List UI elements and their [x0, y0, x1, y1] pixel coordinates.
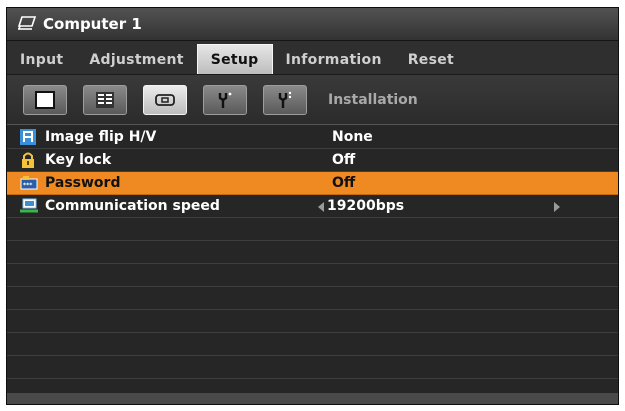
empty-row [7, 241, 618, 264]
lock-icon [20, 152, 36, 168]
menu-icon[interactable] [83, 85, 127, 115]
window-title: Computer 1 [43, 15, 142, 33]
list-item-key-lock[interactable]: Key lock Off [7, 149, 618, 172]
monitor-icon [17, 15, 37, 33]
settings-list: Image flip H/V None Key lock Off *** Pas… [7, 126, 618, 379]
tab-information[interactable]: Information [273, 46, 395, 74]
osd-menu: Computer 1 Input Adjustment Setup Inform… [6, 7, 619, 405]
list-item-communication-speed[interactable]: Communication speed 19200bps [7, 195, 618, 218]
item-label: Communication speed [45, 198, 220, 214]
empty-row [7, 356, 618, 379]
options2-icon[interactable] [263, 85, 307, 115]
tab-reset[interactable]: Reset [395, 46, 467, 74]
empty-row [7, 264, 618, 287]
list-item-image-flip[interactable]: Image flip H/V None [7, 126, 618, 149]
svg-text:***: *** [23, 182, 33, 189]
item-value: Off [332, 175, 356, 191]
item-label: Image flip H/V [45, 129, 157, 145]
empty-row [7, 333, 618, 356]
options1-icon[interactable] [203, 85, 247, 115]
sub-tab-bar: Installation [7, 75, 618, 125]
tab-input[interactable]: Input [7, 46, 76, 74]
flip-icon [20, 129, 36, 145]
item-value: None [332, 129, 373, 145]
item-value: 19200bps [327, 198, 405, 214]
item-value: Off [332, 152, 356, 168]
tab-setup[interactable]: Setup [196, 44, 273, 74]
tab-adjustment[interactable]: Adjustment [76, 46, 196, 74]
subtab-title: Installation [328, 92, 418, 108]
chevron-left-icon[interactable] [318, 202, 324, 212]
tab-bar: Input Adjustment Setup Information Reset [7, 41, 618, 75]
item-label: Key lock [45, 152, 112, 168]
communication-icon [20, 198, 38, 214]
empty-row [7, 287, 618, 310]
password-icon: *** [20, 175, 38, 191]
status-bar [7, 393, 618, 404]
title-bar: Computer 1 [7, 8, 618, 41]
empty-row [7, 218, 618, 241]
installation-icon[interactable] [143, 85, 187, 115]
general-icon[interactable] [23, 85, 67, 115]
chevron-right-icon[interactable] [554, 202, 560, 212]
empty-row [7, 310, 618, 333]
item-label: Password [45, 175, 121, 191]
list-item-password[interactable]: *** Password Off [7, 172, 618, 195]
